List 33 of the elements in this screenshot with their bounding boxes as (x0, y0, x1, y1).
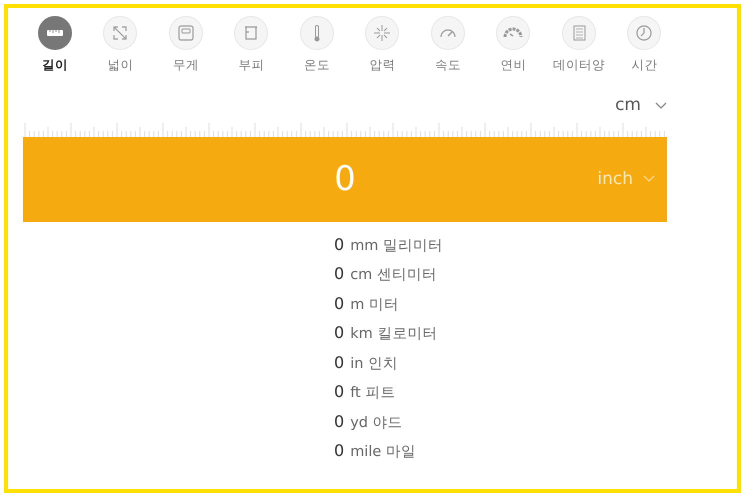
result-value: 0 (334, 264, 344, 284)
result-unit: in 인치 (350, 356, 398, 372)
category-tab[interactable]: 온도 (284, 16, 350, 75)
category-tab[interactable]: 속도 (415, 16, 480, 75)
unit-dropdown[interactable]: cm (615, 88, 667, 123)
category-tab[interactable]: 압력 (350, 16, 415, 75)
chevron-icon (655, 102, 667, 110)
category-tab[interactable]: 넓이 (88, 16, 153, 75)
category-tab[interactable]: 길이 (22, 16, 88, 75)
result-unit: ft 피트 (350, 385, 396, 402)
result-value: 0 (334, 234, 344, 254)
result-unit: mm 밀리미터 (350, 238, 444, 254)
category-tab[interactable]: 부피 (218, 16, 284, 75)
result-value: 0 (334, 441, 344, 460)
result-unit: cm 센티미터 (350, 267, 437, 284)
result-value: 0 (334, 412, 344, 431)
compress-icon (372, 23, 392, 43)
result-value: 0 (334, 323, 344, 342)
result-value: 0 (334, 294, 344, 313)
result-unit: yd 야드 (350, 414, 403, 431)
result-unit: km 킬로미터 (350, 326, 438, 342)
clock-icon (634, 23, 654, 43)
result-unit: m 미터 (350, 296, 399, 313)
category-tab[interactable]: 시간 (612, 16, 677, 75)
chevron-icon (643, 175, 655, 184)
category-tab[interactable]: 무게 (153, 16, 218, 75)
thermometer-icon (314, 24, 320, 42)
category-tab[interactable]: 데이터양 (546, 16, 612, 75)
result-value: 0 (334, 352, 344, 372)
category-tab[interactable]: 연비 (480, 16, 546, 75)
result-value: 0 (334, 382, 344, 402)
result-unit: mile 마일 (350, 444, 416, 460)
scale-icon (176, 23, 196, 43)
